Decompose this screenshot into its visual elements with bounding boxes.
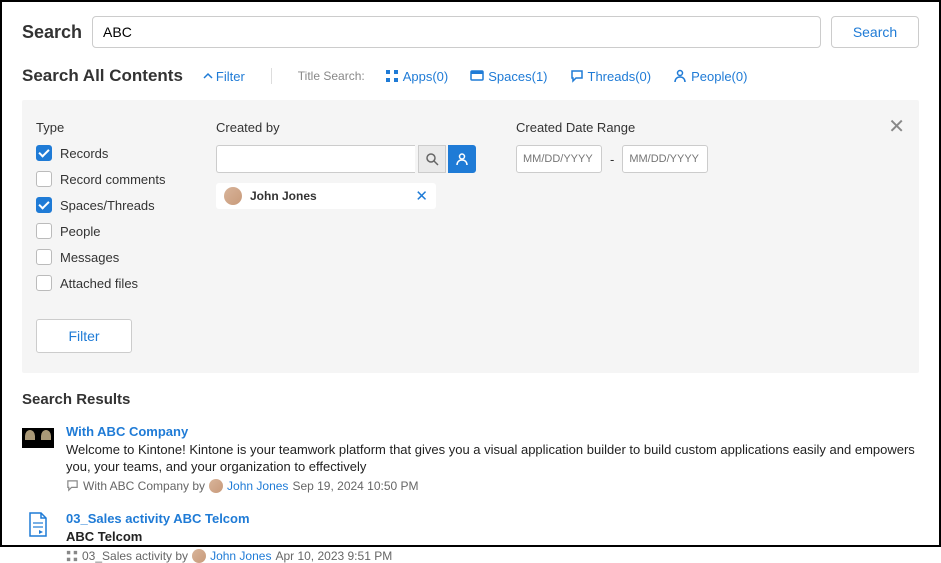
tab-people-label: People(0) (691, 69, 747, 84)
created-by-label: Created by (216, 120, 476, 135)
tab-spaces[interactable]: Spaces(1) (470, 69, 547, 84)
tab-threads[interactable]: Threads(0) (570, 69, 652, 84)
date-to-input[interactable] (622, 145, 708, 173)
result-meta-prefix: With ABC Company by (83, 479, 205, 493)
filter-toggle[interactable]: Filter (203, 69, 245, 84)
checkbox-label: Messages (60, 250, 119, 265)
comment-icon (66, 479, 79, 492)
date-divider: - (610, 152, 614, 167)
date-from-input[interactable] (516, 145, 602, 173)
result-author[interactable]: John Jones (210, 549, 271, 563)
pick-user-button[interactable] (448, 145, 476, 173)
avatar (192, 549, 206, 563)
search-input[interactable] (92, 16, 821, 48)
title-search-label: Title Search: (298, 69, 365, 83)
user-chip: John Jones ✕ (216, 183, 436, 209)
date-range-label: Created Date Range (516, 120, 708, 135)
checkbox-record-comments[interactable]: Record comments (36, 171, 176, 187)
filter-type-column: Type Records Record comments Spaces/Thre… (36, 120, 176, 301)
filter-apply-button[interactable]: Filter (36, 319, 132, 353)
subheader: Search All Contents Filter Title Search:… (22, 66, 919, 86)
filter-created-by-column: Created by John Jones ✕ (216, 120, 476, 301)
checkbox-label: Attached files (60, 276, 138, 291)
filter-panel: ✕ Type Records Record comments Spaces/Th… (22, 100, 919, 373)
search-bar: Search Search (22, 16, 919, 48)
people-icon (673, 69, 687, 83)
threads-icon (570, 69, 584, 83)
user-icon (455, 152, 469, 166)
tab-spaces-label: Spaces(1) (488, 69, 547, 84)
apps-icon (385, 69, 399, 83)
avatar (209, 479, 223, 493)
result-thumbnail (22, 426, 54, 450)
divider (271, 68, 272, 84)
spaces-icon (470, 69, 484, 83)
checkbox-spaces-threads[interactable]: Spaces/Threads (36, 197, 176, 213)
filter-toggle-label: Filter (216, 69, 245, 84)
created-by-input[interactable] (216, 145, 415, 173)
result-doc-icon (22, 513, 54, 537)
checkbox-people[interactable]: People (36, 223, 176, 239)
checkbox-attached-files[interactable]: Attached files (36, 275, 176, 291)
result-date: Apr 10, 2023 9:51 PM (275, 549, 392, 563)
search-button[interactable]: Search (831, 16, 919, 48)
checkbox-label: People (60, 224, 100, 239)
search-user-button[interactable] (418, 145, 446, 173)
type-label: Type (36, 120, 176, 135)
checkbox-records[interactable]: Records (36, 145, 176, 161)
result-meta: With ABC Company by John Jones Sep 19, 2… (66, 479, 919, 493)
chevron-up-icon (203, 71, 213, 81)
avatar (224, 187, 242, 205)
tab-people[interactable]: People(0) (673, 69, 747, 84)
chip-user-name: John Jones (250, 189, 317, 203)
result-meta-prefix: 03_Sales activity by (82, 549, 188, 563)
apps-icon (66, 550, 78, 562)
result-snippet: ABC Telcom (66, 529, 919, 546)
filter-date-column: Created Date Range - (516, 120, 708, 301)
page-title: Search All Contents (22, 66, 183, 86)
search-label: Search (22, 22, 82, 43)
tab-apps-label: Apps(0) (403, 69, 449, 84)
title-search-tabs: Apps(0) Spaces(1) Threads(0) People(0) (385, 69, 748, 84)
remove-chip-icon[interactable]: ✕ (415, 187, 428, 205)
result-title-link[interactable]: 03_Sales activity ABC Telcom (66, 511, 250, 526)
search-icon (425, 152, 439, 166)
result-meta: 03_Sales activity by John Jones Apr 10, … (66, 549, 919, 563)
checkbox-label: Record comments (60, 172, 165, 187)
checkbox-label: Records (60, 146, 108, 161)
result-title-link[interactable]: With ABC Company (66, 424, 188, 439)
document-icon (27, 512, 49, 538)
result-snippet: Welcome to Kintone! Kintone is your team… (66, 442, 919, 476)
tab-threads-label: Threads(0) (588, 69, 652, 84)
result-date: Sep 19, 2024 10:50 PM (292, 479, 418, 493)
result-item: With ABC Company Welcome to Kintone! Kin… (22, 424, 919, 493)
checkbox-label: Spaces/Threads (60, 198, 155, 213)
close-icon[interactable]: ✕ (888, 114, 905, 139)
checkbox-messages[interactable]: Messages (36, 249, 176, 265)
tab-apps[interactable]: Apps(0) (385, 69, 449, 84)
result-item: 03_Sales activity ABC Telcom ABC Telcom … (22, 511, 919, 563)
results-heading: Search Results (22, 391, 919, 408)
result-author[interactable]: John Jones (227, 479, 288, 493)
